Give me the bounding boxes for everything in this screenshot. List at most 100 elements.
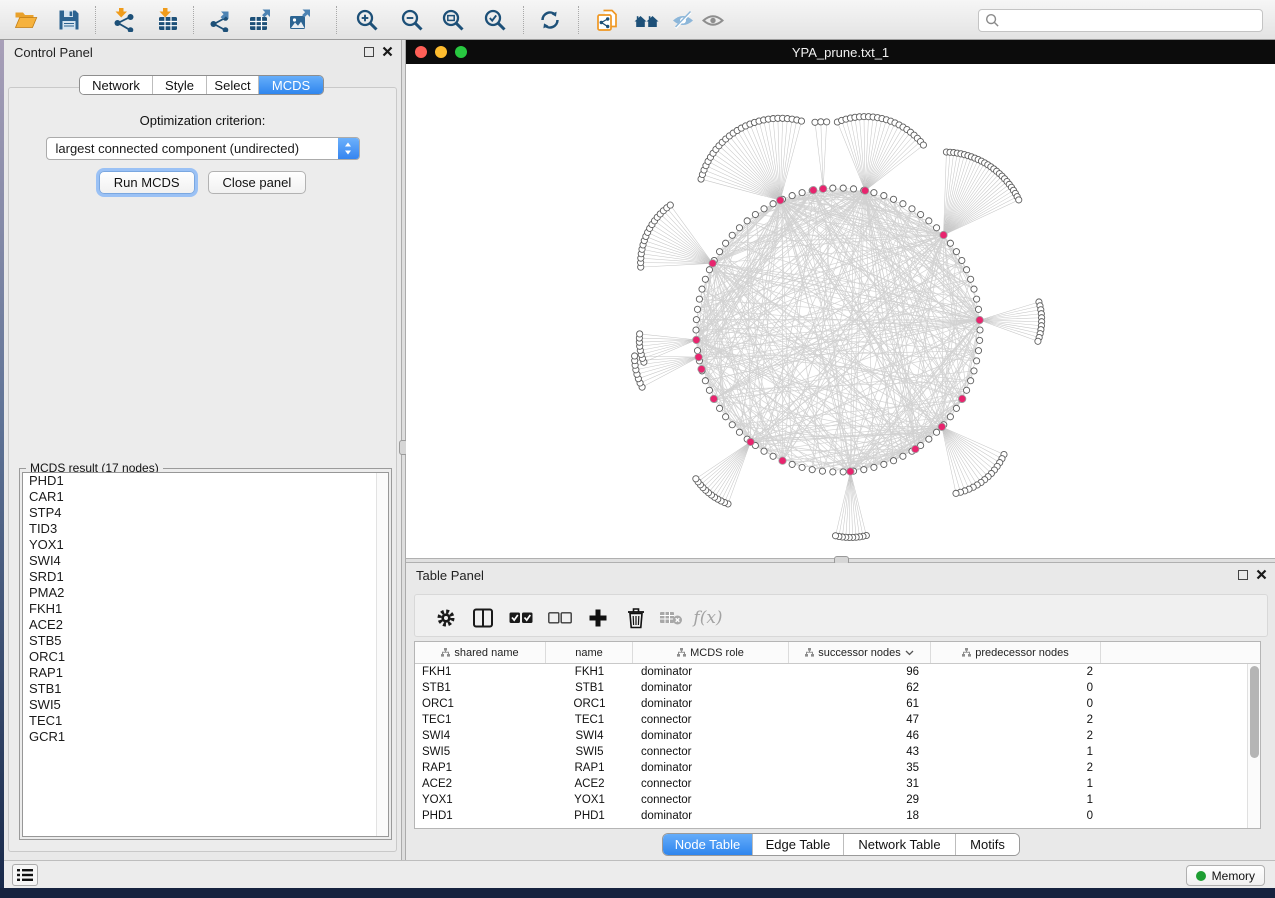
import-network-button[interactable]: [107, 7, 141, 33]
tree-icon: [962, 648, 971, 657]
export-image-icon: [288, 8, 312, 32]
show-all-button[interactable]: [696, 7, 730, 33]
import-table-button[interactable]: [150, 7, 184, 33]
zoom-in-button[interactable]: [350, 7, 384, 33]
tab-network[interactable]: Network: [80, 76, 153, 94]
list-item[interactable]: STB1: [23, 681, 388, 697]
memory-label: Memory: [1212, 869, 1255, 883]
table-panel-title: Table Panel: [416, 568, 484, 583]
add-column-button[interactable]: [585, 605, 611, 631]
tab-mcds[interactable]: MCDS: [259, 76, 323, 94]
list-item[interactable]: TEC1: [23, 713, 388, 729]
tab-motifs[interactable]: Motifs: [956, 834, 1019, 855]
tab-select[interactable]: Select: [207, 76, 259, 94]
list-item[interactable]: TID3: [23, 521, 388, 537]
tab-network-table[interactable]: Network Table: [844, 834, 956, 855]
clone-network-button[interactable]: [590, 7, 624, 33]
criterion-dropdown[interactable]: largest connected component (undirected): [46, 137, 360, 160]
list-item[interactable]: SWI4: [23, 553, 388, 569]
status-bar: Memory: [4, 860, 1275, 888]
toolbar-separator: [193, 6, 194, 34]
select-all-button[interactable]: [508, 605, 534, 631]
table-row[interactable]: STB1STB1dominator620: [415, 680, 1260, 696]
list-item[interactable]: RAP1: [23, 665, 388, 681]
table-row[interactable]: SWI4SWI4dominator462: [415, 728, 1260, 744]
table-row[interactable]: YOX1YOX1connector291: [415, 792, 1260, 808]
export-image-button[interactable]: [283, 7, 317, 33]
list-item[interactable]: PMA2: [23, 585, 388, 601]
table-row[interactable]: FKH1FKH1dominator962: [415, 664, 1260, 680]
memory-button[interactable]: Memory: [1186, 865, 1265, 886]
column-header-name[interactable]: name: [546, 642, 633, 663]
float-panel-icon[interactable]: [364, 47, 374, 57]
list-item[interactable]: CAR1: [23, 489, 388, 505]
mcds-result-list: PHD1 CAR1 STP4 TID3 YOX1 SWI4 SRD1 PMA2 …: [22, 472, 389, 837]
list-item[interactable]: ORC1: [23, 649, 388, 665]
float-panel-icon[interactable]: [1238, 570, 1248, 580]
network-window-titlebar[interactable]: YPA_prune.txt_1: [406, 40, 1275, 64]
table-row[interactable]: RAP1RAP1dominator352: [415, 760, 1260, 776]
list-item[interactable]: SWI5: [23, 697, 388, 713]
table-row[interactable]: TEC1TEC1connector472: [415, 712, 1260, 728]
close-panel-button[interactable]: Close panel: [208, 171, 307, 194]
table-scrollbar[interactable]: [1247, 664, 1260, 828]
task-history-button[interactable]: [12, 864, 38, 886]
first-neighbors-button[interactable]: [630, 7, 664, 33]
refresh-view-button[interactable]: [533, 7, 567, 33]
list-item[interactable]: ACE2: [23, 617, 388, 633]
minimize-window-button[interactable]: [435, 46, 447, 58]
control-panel-tabs: Network Style Select MCDS: [79, 75, 324, 95]
close-window-button[interactable]: [415, 46, 427, 58]
column-header-successor-nodes[interactable]: successor nodes: [789, 642, 931, 663]
column-header-predecessor-nodes[interactable]: predecessor nodes: [931, 642, 1101, 663]
network-view[interactable]: [406, 64, 1275, 558]
trash-icon: [626, 607, 646, 629]
table-settings-button[interactable]: [433, 605, 459, 631]
save-session-button[interactable]: [52, 7, 86, 33]
open-file-button[interactable]: [9, 7, 43, 33]
export-network-button[interactable]: [203, 7, 237, 33]
toolbar-separator: [578, 6, 579, 34]
list-item[interactable]: STP4: [23, 505, 388, 521]
toolbar-separator: [523, 6, 524, 34]
tab-node-table[interactable]: Node Table: [663, 834, 753, 855]
scrollbar-thumb[interactable]: [1250, 666, 1259, 758]
table-row[interactable]: SWI5SWI5connector431: [415, 744, 1260, 760]
column-header-mcds-role[interactable]: MCDS role: [633, 642, 789, 663]
network-window-title: YPA_prune.txt_1: [792, 45, 889, 60]
list-item[interactable]: YOX1: [23, 537, 388, 553]
close-panel-icon[interactable]: [1256, 569, 1267, 580]
deselect-all-button[interactable]: [547, 605, 573, 631]
list-item[interactable]: STB5: [23, 633, 388, 649]
search-input[interactable]: [1000, 14, 1262, 28]
list-item[interactable]: FKH1: [23, 601, 388, 617]
delete-column-button[interactable]: [623, 605, 649, 631]
zoom-selected-button[interactable]: [478, 7, 512, 33]
network-graph[interactable]: [406, 64, 1275, 558]
hide-selected-button[interactable]: [666, 7, 700, 33]
table-row[interactable]: PHD1PHD1dominator180: [415, 808, 1260, 824]
sort-desc-icon: [905, 650, 914, 656]
list-scrollbar[interactable]: [376, 473, 388, 836]
export-table-button[interactable]: [243, 7, 277, 33]
table-row[interactable]: ORC1ORC1dominator610: [415, 696, 1260, 712]
list-item[interactable]: GCR1: [23, 729, 388, 745]
zoom-fit-button[interactable]: [436, 7, 470, 33]
maximize-window-button[interactable]: [455, 46, 467, 58]
toolbar-separator: [336, 6, 337, 34]
close-panel-icon[interactable]: [382, 46, 393, 57]
tab-edge-table[interactable]: Edge Table: [753, 834, 844, 855]
list-item[interactable]: SRD1: [23, 569, 388, 585]
list-item[interactable]: PHD1: [23, 473, 388, 489]
column-header-shared-name[interactable]: shared name: [415, 642, 546, 663]
tab-style[interactable]: Style: [153, 76, 207, 94]
columns-icon: [472, 607, 494, 629]
function-builder-button[interactable]: f(x): [695, 605, 721, 631]
show-columns-button[interactable]: [470, 605, 496, 631]
run-mcds-button[interactable]: Run MCDS: [99, 171, 195, 194]
table-row[interactable]: ACE2ACE2connector311: [415, 776, 1260, 792]
delete-table-button[interactable]: [658, 605, 684, 631]
zoom-out-button[interactable]: [395, 7, 429, 33]
column-header-filler: [1101, 642, 1260, 663]
tree-icon: [677, 648, 686, 657]
